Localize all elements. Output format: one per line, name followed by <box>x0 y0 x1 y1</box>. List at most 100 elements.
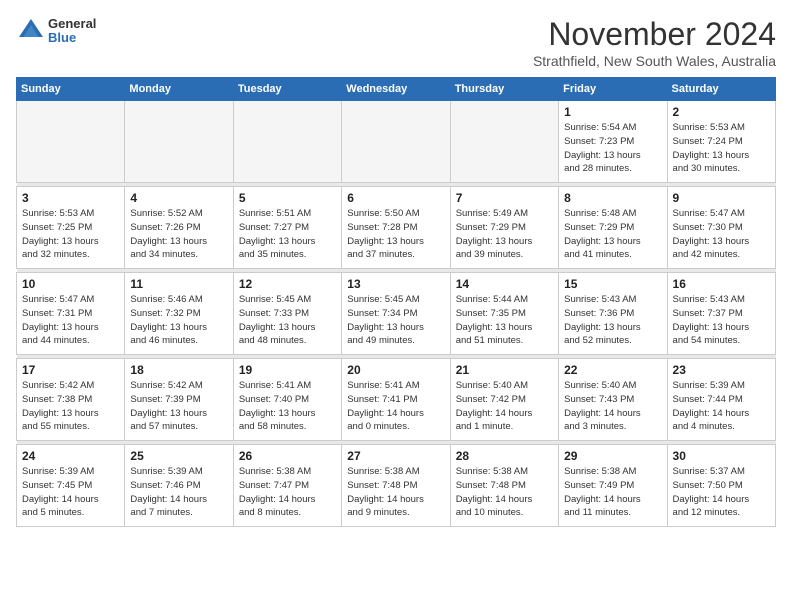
table-row: 28 Sunrise: 5:38 AMSunset: 7:48 PMDayligh… <box>450 445 558 527</box>
day-number: 30 <box>673 449 770 463</box>
day-number: 18 <box>130 363 227 377</box>
table-row: 27 Sunrise: 5:38 AMSunset: 7:48 PMDayligh… <box>342 445 450 527</box>
day-info: Sunrise: 5:43 AMSunset: 7:37 PMDaylight:… <box>673 293 770 348</box>
table-row <box>17 101 125 183</box>
table-row: 17 Sunrise: 5:42 AMSunset: 7:38 PMDayligh… <box>17 359 125 441</box>
table-row: 2Sunrise: 5:53 AMSunset: 7:24 PMDaylight… <box>667 101 775 183</box>
day-number: 24 <box>22 449 119 463</box>
day-number: 14 <box>456 277 553 291</box>
day-info: Sunrise: 5:41 AMSunset: 7:41 PMDaylight:… <box>347 379 444 434</box>
day-info: Sunrise: 5:51 AMSunset: 7:27 PMDaylight:… <box>239 207 336 262</box>
table-row <box>450 101 558 183</box>
calendar-week-row: 10 Sunrise: 5:47 AMSunset: 7:31 PMDayligh… <box>17 273 776 355</box>
day-info: Sunrise: 5:46 AMSunset: 7:32 PMDaylight:… <box>130 293 227 348</box>
table-row: 23Sunrise: 5:39 AMSunset: 7:44 PMDayligh… <box>667 359 775 441</box>
day-number: 11 <box>130 277 227 291</box>
table-row: 4 Sunrise: 5:52 AMSunset: 7:26 PMDaylight… <box>125 187 233 269</box>
day-info: Sunrise: 5:42 AMSunset: 7:38 PMDaylight:… <box>22 379 119 434</box>
col-sunday: Sunday <box>17 78 125 101</box>
table-row: 5 Sunrise: 5:51 AMSunset: 7:27 PMDaylight… <box>233 187 341 269</box>
day-number: 3 <box>22 191 119 205</box>
day-info: Sunrise: 5:38 AMSunset: 7:49 PMDaylight:… <box>564 465 661 520</box>
day-info: Sunrise: 5:39 AMSunset: 7:46 PMDaylight:… <box>130 465 227 520</box>
table-row: 6 Sunrise: 5:50 AMSunset: 7:28 PMDaylight… <box>342 187 450 269</box>
table-row: 18 Sunrise: 5:42 AMSunset: 7:39 PMDayligh… <box>125 359 233 441</box>
day-info: Sunrise: 5:47 AMSunset: 7:31 PMDaylight:… <box>22 293 119 348</box>
logo-text: General Blue <box>48 17 96 46</box>
day-number: 28 <box>456 449 553 463</box>
day-number: 12 <box>239 277 336 291</box>
calendar-table: Sunday Monday Tuesday Wednesday Thursday… <box>16 77 776 527</box>
col-thursday: Thursday <box>450 78 558 101</box>
day-info: Sunrise: 5:47 AMSunset: 7:30 PMDaylight:… <box>673 207 770 262</box>
day-info: Sunrise: 5:52 AMSunset: 7:26 PMDaylight:… <box>130 207 227 262</box>
title-area: November 2024 Strathfield, New South Wal… <box>533 16 776 69</box>
day-info: Sunrise: 5:41 AMSunset: 7:40 PMDaylight:… <box>239 379 336 434</box>
table-row: 19 Sunrise: 5:41 AMSunset: 7:40 PMDayligh… <box>233 359 341 441</box>
table-row <box>342 101 450 183</box>
day-info: Sunrise: 5:50 AMSunset: 7:28 PMDaylight:… <box>347 207 444 262</box>
logo-general: General <box>48 17 96 31</box>
day-info: Sunrise: 5:38 AMSunset: 7:48 PMDaylight:… <box>347 465 444 520</box>
day-number: 13 <box>347 277 444 291</box>
day-number: 8 <box>564 191 661 205</box>
table-row: 1 Sunrise: 5:54 AMSunset: 7:23 PMDaylight… <box>559 101 667 183</box>
table-row: 25 Sunrise: 5:39 AMSunset: 7:46 PMDayligh… <box>125 445 233 527</box>
table-row: 29 Sunrise: 5:38 AMSunset: 7:49 PMDayligh… <box>559 445 667 527</box>
table-row: 26 Sunrise: 5:38 AMSunset: 7:47 PMDayligh… <box>233 445 341 527</box>
day-info: Sunrise: 5:42 AMSunset: 7:39 PMDaylight:… <box>130 379 227 434</box>
day-number: 9 <box>673 191 770 205</box>
calendar-week-row: 17 Sunrise: 5:42 AMSunset: 7:38 PMDayligh… <box>17 359 776 441</box>
table-row: 12Sunrise: 5:45 AMSunset: 7:33 PMDayligh… <box>233 273 341 355</box>
logo: General Blue <box>16 16 96 46</box>
day-number: 21 <box>456 363 553 377</box>
day-number: 25 <box>130 449 227 463</box>
table-row: 30Sunrise: 5:37 AMSunset: 7:50 PMDayligh… <box>667 445 775 527</box>
day-number: 17 <box>22 363 119 377</box>
day-info: Sunrise: 5:53 AMSunset: 7:25 PMDaylight:… <box>22 207 119 262</box>
day-number: 5 <box>239 191 336 205</box>
table-row: 8 Sunrise: 5:48 AMSunset: 7:29 PMDaylight… <box>559 187 667 269</box>
table-row: 10 Sunrise: 5:47 AMSunset: 7:31 PMDayligh… <box>17 273 125 355</box>
day-info: Sunrise: 5:49 AMSunset: 7:29 PMDaylight:… <box>456 207 553 262</box>
day-info: Sunrise: 5:54 AMSunset: 7:23 PMDaylight:… <box>564 121 661 176</box>
day-number: 4 <box>130 191 227 205</box>
table-row <box>233 101 341 183</box>
table-row: 24 Sunrise: 5:39 AMSunset: 7:45 PMDayligh… <box>17 445 125 527</box>
day-number: 7 <box>456 191 553 205</box>
day-number: 26 <box>239 449 336 463</box>
location-title: Strathfield, New South Wales, Australia <box>533 53 776 69</box>
table-row: 16 Sunrise: 5:43 AMSunset: 7:37 PMDayligh… <box>667 273 775 355</box>
table-row: 22Sunrise: 5:40 AMSunset: 7:43 PMDayligh… <box>559 359 667 441</box>
calendar-week-row: 1 Sunrise: 5:54 AMSunset: 7:23 PMDaylight… <box>17 101 776 183</box>
header: General Blue November 2024 Strathfield, … <box>16 16 776 69</box>
day-number: 10 <box>22 277 119 291</box>
col-friday: Friday <box>559 78 667 101</box>
logo-blue: Blue <box>48 31 96 45</box>
day-info: Sunrise: 5:38 AMSunset: 7:48 PMDaylight:… <box>456 465 553 520</box>
table-row: 20 Sunrise: 5:41 AMSunset: 7:41 PMDayligh… <box>342 359 450 441</box>
day-number: 27 <box>347 449 444 463</box>
day-number: 20 <box>347 363 444 377</box>
day-number: 6 <box>347 191 444 205</box>
day-number: 16 <box>673 277 770 291</box>
day-info: Sunrise: 5:39 AMSunset: 7:45 PMDaylight:… <box>22 465 119 520</box>
calendar-week-row: 24 Sunrise: 5:39 AMSunset: 7:45 PMDayligh… <box>17 445 776 527</box>
day-number: 15 <box>564 277 661 291</box>
table-row <box>125 101 233 183</box>
day-number: 1 <box>564 105 661 119</box>
day-info: Sunrise: 5:38 AMSunset: 7:47 PMDaylight:… <box>239 465 336 520</box>
day-info: Sunrise: 5:40 AMSunset: 7:42 PMDaylight:… <box>456 379 553 434</box>
day-number: 29 <box>564 449 661 463</box>
day-number: 23 <box>673 363 770 377</box>
day-info: Sunrise: 5:40 AMSunset: 7:43 PMDaylight:… <box>564 379 661 434</box>
day-info: Sunrise: 5:43 AMSunset: 7:36 PMDaylight:… <box>564 293 661 348</box>
table-row: 14Sunrise: 5:44 AMSunset: 7:35 PMDayligh… <box>450 273 558 355</box>
table-row: 21 Sunrise: 5:40 AMSunset: 7:42 PMDayligh… <box>450 359 558 441</box>
day-info: Sunrise: 5:48 AMSunset: 7:29 PMDaylight:… <box>564 207 661 262</box>
day-info: Sunrise: 5:53 AMSunset: 7:24 PMDaylight:… <box>673 121 770 176</box>
table-row: 7 Sunrise: 5:49 AMSunset: 7:29 PMDaylight… <box>450 187 558 269</box>
calendar-week-row: 3 Sunrise: 5:53 AMSunset: 7:25 PMDaylight… <box>17 187 776 269</box>
day-number: 19 <box>239 363 336 377</box>
col-monday: Monday <box>125 78 233 101</box>
